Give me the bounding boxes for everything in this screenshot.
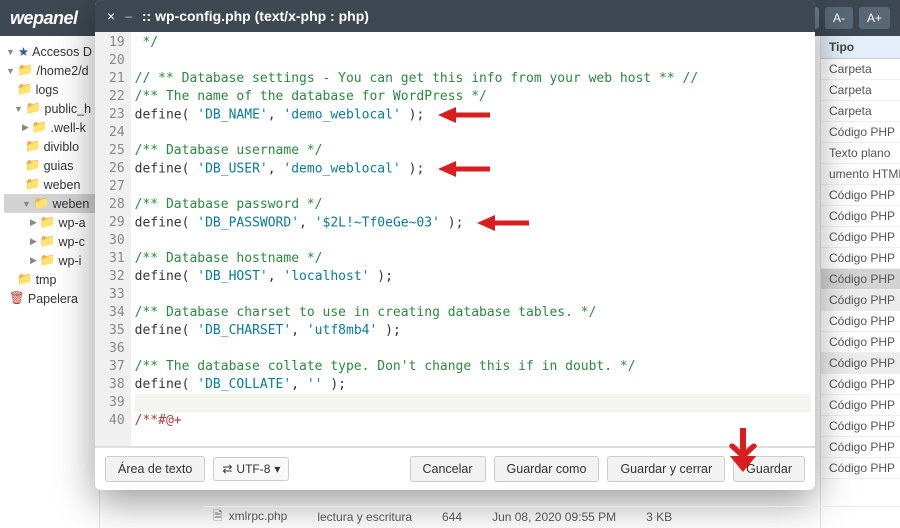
modal-filename: :: wp-config.php (text/x-php : php): [142, 8, 369, 24]
sidebar-item-papelera[interactable]: 🗑Papelera: [4, 289, 95, 308]
type-row[interactable]: Código PHP: [821, 206, 900, 227]
type-row[interactable]: Código PHP: [821, 227, 900, 248]
type-row[interactable]: Carpeta: [821, 80, 900, 101]
type-row[interactable]: Código PHP: [821, 395, 900, 416]
code-area[interactable]: */// ** Database settings - You can get …: [131, 32, 815, 446]
sidebar-item-weben[interactable]: 📁weben: [4, 175, 95, 194]
type-row[interactable]: Código PHP: [821, 269, 900, 290]
annotation-arrow: [424, 162, 490, 177]
type-row[interactable]: Código PHP: [821, 248, 900, 269]
sidebar-item-wpi[interactable]: ▶📁wp-i: [4, 251, 95, 270]
font-increase[interactable]: A+: [859, 7, 890, 29]
type-row[interactable]: Código PHP: [821, 290, 900, 311]
annotation-arrow: [424, 108, 490, 123]
font-decrease[interactable]: A-: [825, 7, 853, 29]
type-row[interactable]: Código PHP: [821, 122, 900, 143]
encoding-select[interactable]: ⇄ UTF-8 ▾: [213, 457, 289, 481]
type-row[interactable]: Código PHP: [821, 332, 900, 353]
code-editor[interactable]: 1920212223242526272829303132333435363738…: [95, 32, 815, 447]
file-date: Jun 08, 2020 09:55 PM: [492, 510, 616, 524]
sidebar-item-home2d[interactable]: ▼📁/home2/d: [4, 61, 95, 80]
type-row[interactable]: Código PHP: [821, 437, 900, 458]
file-size: 3 KB: [646, 510, 672, 524]
type-row[interactable]: umento HTML: [821, 164, 900, 185]
line-gutter: 1920212223242526272829303132333435363738…: [95, 32, 131, 446]
save-button[interactable]: Guardar: [733, 456, 805, 482]
annotation-arrow: [463, 216, 529, 231]
cancel-button[interactable]: Cancelar: [410, 456, 486, 482]
file-permissions-num: 644: [442, 510, 462, 524]
sidebar-item-logs[interactable]: 📁logs: [4, 80, 95, 99]
logo: wepanel: [10, 8, 78, 29]
type-row[interactable]: Código PHP: [821, 458, 900, 479]
close-icon[interactable]: ×: [107, 8, 115, 24]
type-row[interactable]: Código PHP: [821, 374, 900, 395]
type-row[interactable]: Código PHP: [821, 311, 900, 332]
modal-titlebar[interactable]: × – :: wp-config.php (text/x-php : php): [95, 0, 815, 32]
sidebar-item-tmp[interactable]: 📁tmp: [4, 270, 95, 289]
type-row[interactable]: Carpeta: [821, 59, 900, 80]
modal-footer: Área de texto ⇄ UTF-8 ▾ Cancelar Guardar…: [95, 447, 815, 490]
sidebar-item-wpa[interactable]: ▶📁wp-a: [4, 213, 95, 232]
sidebar-item-wpc[interactable]: ▶📁wp-c: [4, 232, 95, 251]
sidebar-item-wellk[interactable]: ▶📁.well-k: [4, 118, 95, 137]
encoding-icon: ⇄: [222, 462, 232, 476]
file-name: xmlrpc.php: [229, 509, 288, 523]
type-row[interactable]: Carpeta: [821, 101, 900, 122]
type-column: Tipo CarpetaCarpetaCarpetaCódigo PHPText…: [820, 36, 900, 528]
file-icon: 🗎: [213, 509, 223, 523]
sidebar-item-diviblo[interactable]: 📁diviblo: [4, 137, 95, 156]
type-row[interactable]: Código PHP: [821, 353, 900, 374]
save-as-button[interactable]: Guardar como: [494, 456, 600, 482]
type-row[interactable]: Código PHP: [821, 185, 900, 206]
editor-modal: × – :: wp-config.php (text/x-php : php) …: [95, 0, 815, 490]
file-detail-row[interactable]: 🗎 xmlrpc.php lectura y escritura 644 Jun …: [203, 506, 900, 527]
file-permissions-text: lectura y escritura: [317, 510, 412, 524]
sidebar-item-weben[interactable]: ▼📁weben: [4, 194, 95, 213]
type-row[interactable]: Código PHP: [821, 416, 900, 437]
textarea-mode-button[interactable]: Área de texto: [105, 456, 205, 482]
sidebar-item-accesosd[interactable]: ▼★Accesos D: [4, 42, 95, 61]
sidebar-item-publich[interactable]: ▼📁public_h: [4, 99, 95, 118]
sidebar: ▼★Accesos D▼📁/home2/d📁logs▼📁public_h▶📁.w…: [0, 36, 100, 528]
chevron-down-icon: ▾: [274, 462, 280, 476]
type-row[interactable]: Texto plano: [821, 143, 900, 164]
minimize-icon[interactable]: –: [125, 9, 132, 23]
type-header: Tipo: [821, 36, 900, 59]
sidebar-item-guias[interactable]: 📁guias: [4, 156, 95, 175]
save-close-button[interactable]: Guardar y cerrar: [607, 456, 725, 482]
